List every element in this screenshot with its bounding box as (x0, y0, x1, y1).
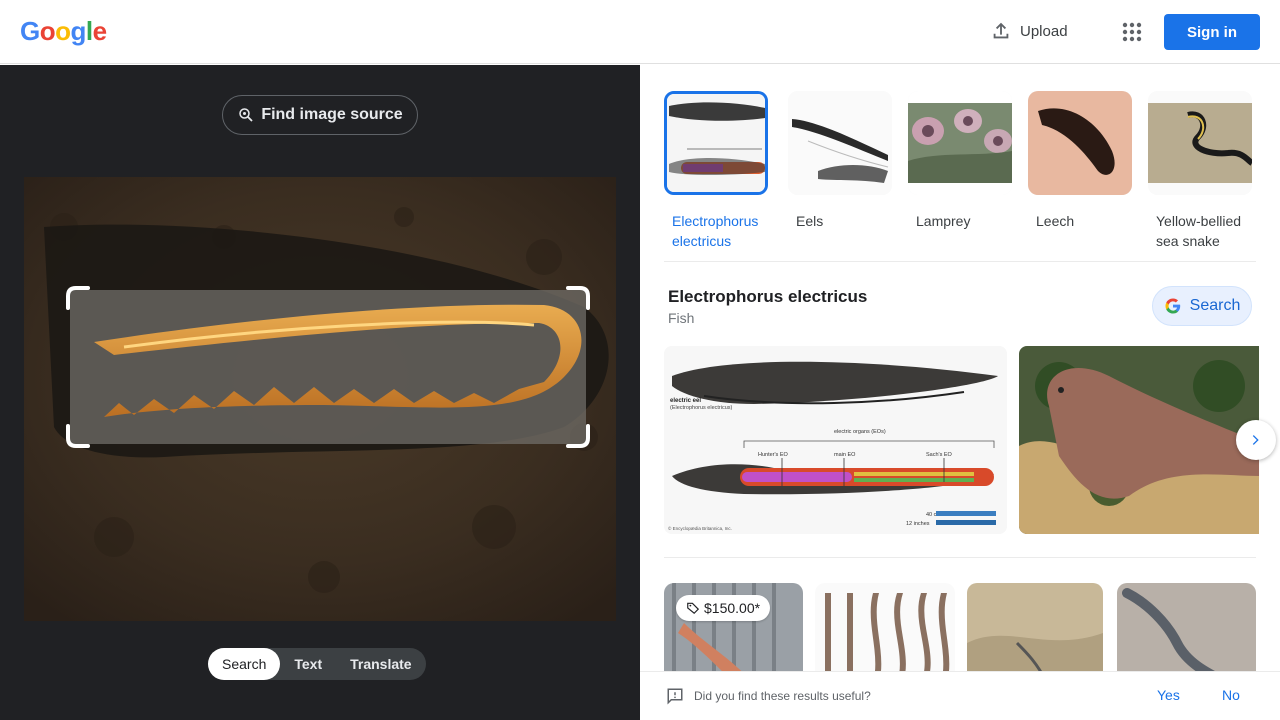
carousel-next-button[interactable] (1236, 420, 1276, 460)
tag-icon (687, 602, 700, 615)
diagram-hunters-eo: Hunter's EO (758, 452, 789, 458)
find-image-source-button[interactable]: Find image source (222, 95, 418, 135)
tab-search[interactable]: Search (208, 648, 281, 680)
feedback-yes-button[interactable]: Yes (1157, 687, 1180, 703)
diagram-label-scientific: (Electrophorus electricus) (670, 405, 733, 411)
sign-in-button[interactable]: Sign in (1164, 14, 1260, 50)
divider (664, 261, 1256, 262)
find-image-source-label: Find image source (261, 106, 403, 123)
feedback-no-button[interactable]: No (1222, 687, 1240, 703)
chip-label: Lamprey (916, 213, 971, 229)
chip-thumbnail (788, 91, 892, 195)
chip-label: electricus (672, 233, 732, 249)
image-preview-panel: Find image source Search Text Translate (0, 65, 640, 720)
chip-leech[interactable]: Leech (1028, 91, 1138, 231)
entity-search-label: Search (1189, 297, 1241, 314)
entity-image-diagram[interactable]: electric eel (Electrophorus electricus) … (664, 346, 1007, 534)
chip-thumbnail (1148, 91, 1252, 195)
chip-thumbnail (908, 91, 1012, 195)
header: Google Upload Sign in (0, 0, 1280, 64)
diagram-sachs-eo: Sach's EO (926, 452, 953, 458)
upload-icon (993, 22, 1009, 39)
entity-title: Electrophorus electricus (668, 287, 868, 306)
chip-lamprey[interactable]: Lamprey (908, 91, 1018, 231)
tab-translate[interactable]: Translate (336, 648, 425, 680)
chip-yellow-bellied-sea-snake[interactable]: Yellow-bellied sea snake (1148, 91, 1258, 251)
upload-label: Upload (1020, 22, 1068, 40)
diagram-scale-in: 12 inches (906, 521, 930, 527)
google-logo[interactable]: Google (20, 16, 107, 47)
entity-image-photo[interactable] (1019, 346, 1259, 534)
price-tag: $150.00* (676, 595, 771, 621)
chip-label: Yellow-bellied (1156, 213, 1242, 229)
mode-tabs: Search Text Translate (208, 648, 426, 680)
google-g-icon (1165, 298, 1180, 314)
visual-match-result[interactable] (967, 583, 1103, 683)
chip-thumbnail (664, 91, 768, 195)
crop-selection-frame[interactable] (66, 286, 590, 448)
chip-label: Leech (1036, 213, 1075, 229)
diagram-credit: © Encyclopædia Britannica, Inc. (668, 525, 732, 531)
chevron-right-icon (1252, 435, 1259, 445)
chip-thumbnail (1028, 91, 1132, 195)
diagram-label-main: electric eel (670, 398, 701, 404)
chip-label: Electrophorus (672, 213, 759, 229)
lens-search-icon (239, 108, 253, 122)
chip-label: sea snake (1156, 233, 1220, 249)
feedback-question: Did you find these results useful? (694, 689, 871, 703)
feedback-bar: Did you find these results useful? Yes N… (640, 671, 1280, 720)
visual-match-result[interactable] (1117, 583, 1256, 683)
tab-text[interactable]: Text (280, 648, 336, 680)
divider (664, 557, 1256, 558)
entity-subtitle: Fish (668, 310, 695, 326)
entity-search-button[interactable]: Search (1152, 286, 1252, 326)
visual-match-result[interactable] (815, 583, 955, 683)
results-panel: Electrophorus electricus Eels Lamprey Le… (640, 65, 1280, 720)
feedback-icon (667, 688, 683, 705)
chip-electrophorus-electricus[interactable]: Electrophorus electricus (664, 91, 774, 251)
diagram-main-eo: main EO (834, 452, 856, 458)
upload-button[interactable]: Upload (990, 20, 1068, 42)
chip-eels[interactable]: Eels (788, 91, 898, 231)
visual-match-result[interactable]: $150.00* (664, 583, 803, 683)
apps-grid-icon[interactable] (1120, 20, 1144, 44)
diagram-organs-label: electric organs (EOs) (834, 429, 886, 435)
price-label: $150.00* (704, 600, 761, 616)
chip-label: Eels (796, 213, 824, 229)
